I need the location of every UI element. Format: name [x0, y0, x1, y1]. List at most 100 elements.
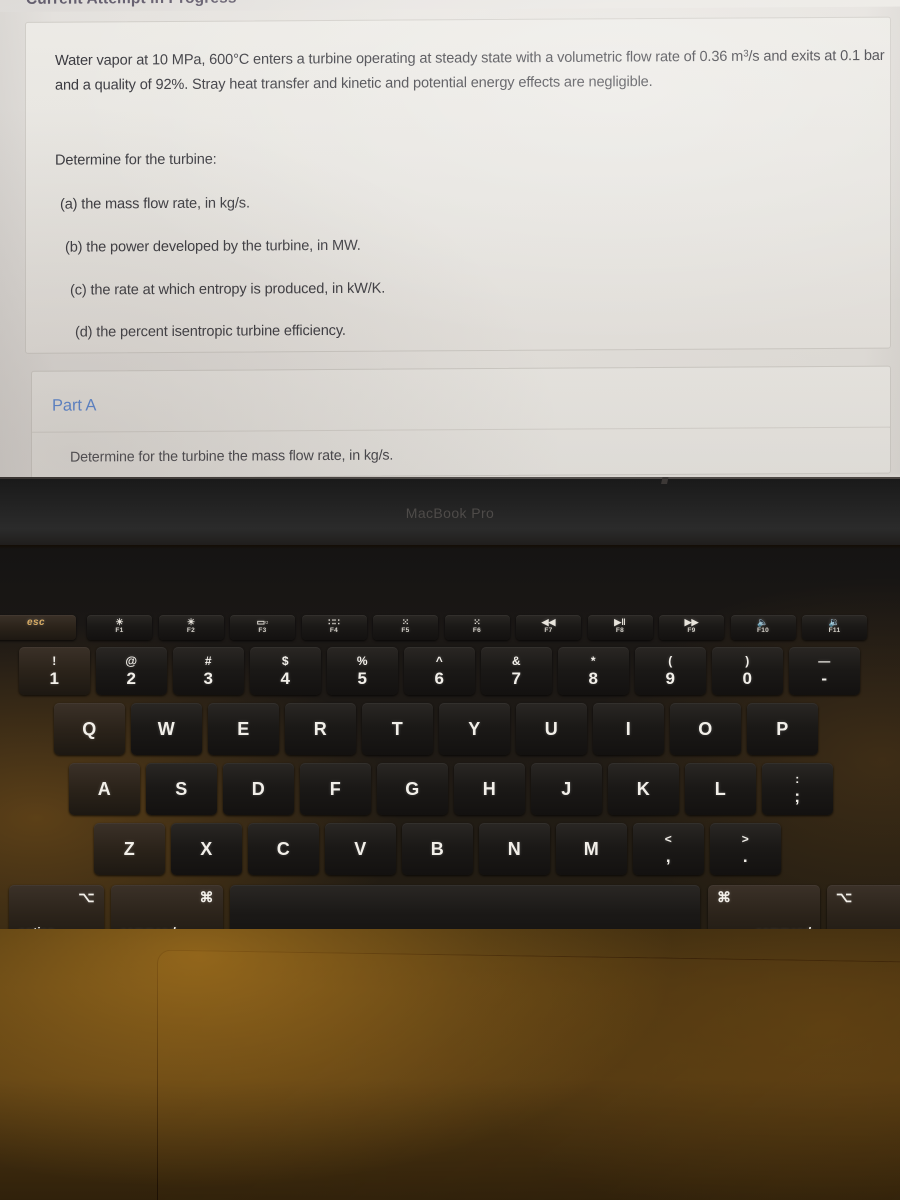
key-b[interactable]: B	[402, 823, 473, 875]
deck-edge	[0, 545, 900, 549]
keyboard-deck: esc ☀ F1 ☀ F2 ▭▫ F3 ∷∷ F4 ⁙ F5 ⁙ F6 ◀◀ F7 ▶‖ F8 ▶▶ F9 🔈 F10 🔉…	[0, 545, 900, 947]
key-semicolon-shift-label: :	[795, 771, 800, 786]
key-7-shift-label: &	[511, 653, 522, 668]
current-attempt-header: Current Attempt in Progress	[26, 0, 237, 9]
key-f8[interactable]: ▶‖ F8	[587, 615, 653, 640]
key-5[interactable]: % 5	[327, 647, 398, 695]
key-2[interactable]: @2	[96, 647, 167, 695]
key-8[interactable]: * 8	[558, 647, 629, 695]
key-f4-label: F4	[329, 627, 339, 634]
mute-icon: 🔈	[757, 617, 769, 627]
brightness-up-icon: ☀	[186, 617, 196, 627]
key--[interactable]: — -	[789, 647, 860, 695]
laptop-photo: Current Attempt in Progress Water vapor …	[0, 0, 900, 1200]
key-w[interactable]: W	[131, 703, 202, 755]
key-m[interactable]: M	[556, 823, 627, 875]
key-o[interactable]: O	[670, 703, 741, 755]
key-3[interactable]: #3	[173, 647, 244, 695]
key-f[interactable]: F	[300, 763, 371, 815]
key-s[interactable]: S	[146, 763, 217, 815]
key-f7[interactable]: ◀◀ F7	[516, 615, 581, 640]
key-h[interactable]: H	[454, 763, 525, 815]
keyboard-backlight-down-icon: ⁙	[401, 617, 410, 627]
key-6[interactable]: ^ 6	[404, 647, 475, 695]
key-n[interactable]: N	[479, 823, 550, 875]
key-z[interactable]: Z	[94, 823, 165, 875]
key-u[interactable]: U	[516, 703, 587, 755]
key-f11-label: F11	[828, 627, 841, 634]
key-f10[interactable]: 🔈 F10	[730, 615, 796, 640]
key-o-label: O	[698, 718, 713, 739]
key-c[interactable]: C	[248, 823, 319, 875]
key-x[interactable]: X	[171, 823, 242, 875]
key-i-label: I	[625, 718, 632, 739]
key-g-label: G	[405, 778, 420, 799]
trackpad[interactable]	[157, 949, 900, 1200]
key-u-label: U	[544, 718, 559, 739]
key-v[interactable]: V	[325, 823, 396, 875]
key-f1[interactable]: ☀ F1	[87, 615, 152, 640]
key-f6[interactable]: ⁙ F6	[444, 615, 510, 640]
key-esc[interactable]: esc	[0, 615, 76, 640]
key-f5[interactable]: ⁙ F5	[373, 615, 438, 640]
mission-control-icon: ▭▫	[256, 617, 269, 627]
palm-rest	[0, 929, 900, 1200]
key-f4[interactable]: ∷∷ F4	[301, 615, 367, 640]
key-q[interactable]: Q	[54, 703, 125, 755]
key-1-label: 1	[49, 668, 60, 688]
part-a-card: Part A Determine for the turbine the mas…	[31, 365, 891, 479]
key-d[interactable]: D	[223, 763, 294, 815]
key-t[interactable]: T	[362, 703, 433, 755]
key-g[interactable]: G	[377, 763, 448, 815]
key-f10-label: F10	[756, 627, 770, 634]
key-f2[interactable]: ☀ F2	[158, 615, 224, 640]
key-p-label: P	[776, 718, 789, 739]
key-v-label: V	[354, 838, 367, 859]
key-f6-label: F6	[472, 627, 482, 634]
key-7[interactable]: & 7	[481, 647, 552, 695]
key-4-shift-label: $	[281, 653, 290, 668]
key-h-label: H	[482, 778, 497, 799]
key-1[interactable]: ! 1	[19, 647, 90, 695]
key-a[interactable]: A	[69, 763, 140, 815]
key-s-label: S	[175, 778, 188, 799]
problem-line2: and a quality of 92%. Stray heat transfe…	[55, 74, 653, 94]
key-f9-label: F9	[687, 627, 696, 634]
key-f11[interactable]: 🔉 F11	[802, 615, 867, 640]
key-9-shift-label: (	[668, 653, 673, 668]
key-0[interactable]: ) 0	[712, 647, 783, 695]
chin-highlight	[0, 477, 900, 479]
key-y[interactable]: Y	[439, 703, 510, 755]
key-semicolon[interactable]: :;	[762, 763, 833, 815]
key-period[interactable]: >.	[710, 823, 781, 875]
key-8-label: 8	[588, 668, 599, 688]
key-4[interactable]: $4	[250, 647, 321, 695]
key-f9[interactable]: ▶▶ F9	[659, 615, 724, 640]
key-j-label: J	[561, 778, 572, 799]
key-option-right-glyph: ⌥	[836, 889, 853, 905]
key-l[interactable]: L	[685, 763, 756, 815]
display-chin: MacBook Pro	[0, 477, 900, 549]
key-period-label: .	[742, 846, 749, 866]
key-f3[interactable]: ▭▫ F3	[230, 615, 295, 640]
key-e[interactable]: E	[208, 703, 279, 755]
key-9[interactable]: (9	[635, 647, 706, 695]
keyboard-number-row: ! 1 @2 #3 $4% 5 ^ 6 & 7 * 8(9) 0— -	[0, 647, 900, 695]
key-m-label: M	[583, 838, 600, 859]
key-command-left-glyph: ⌘	[199, 889, 214, 905]
key-p[interactable]: P	[747, 703, 818, 755]
key-c-label: C	[276, 838, 291, 859]
keyboard-home-row: A S D F G H J K L:;	[0, 763, 900, 815]
key-comma-shift-label: <	[664, 831, 673, 846]
sub-question-a: (a) the mass flow rate, in kg/s.	[60, 195, 250, 213]
key-comma[interactable]: <,	[633, 823, 704, 875]
problem-statement-text: Water vapor at 10 MPa, 600°C enters a tu…	[55, 40, 900, 99]
key-j[interactable]: J	[531, 763, 602, 815]
key-i[interactable]: I	[593, 703, 664, 755]
rewind-icon: ◀◀	[541, 617, 556, 627]
key-7-label: 7	[511, 668, 522, 688]
sub-question-d: (d) the percent isentropic turbine effic…	[75, 322, 346, 341]
key-k[interactable]: K	[608, 763, 679, 815]
key-r[interactable]: R	[285, 703, 356, 755]
key-6-shift-label: ^	[435, 653, 444, 668]
